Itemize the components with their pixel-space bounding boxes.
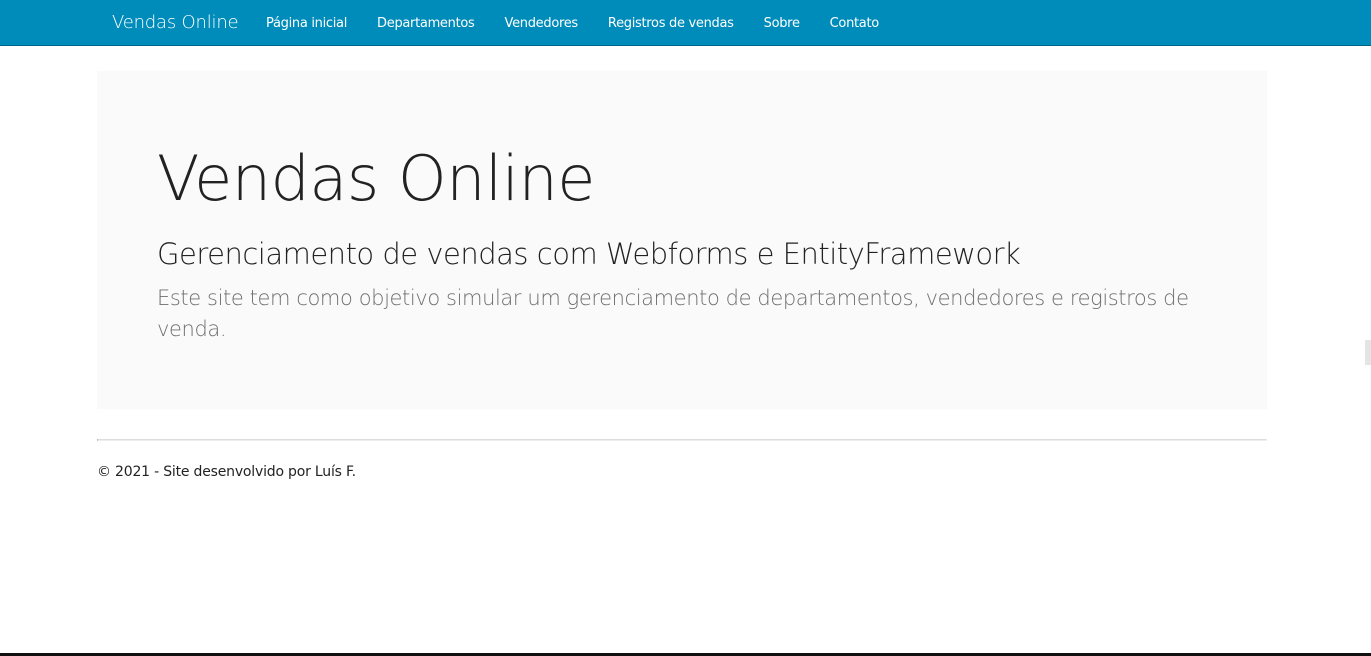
page-description: Este site tem como objetivo simular um g… [157,286,1189,341]
nav-link-sellers[interactable]: Vendedores [490,0,593,46]
nav-item-departments: Departamentos [362,0,489,46]
nav-link-home[interactable]: Página inicial [251,0,362,46]
page-subtitle: Gerenciamento de vendas com Webforms e E… [157,237,1021,271]
nav-item-contact: Contato [815,0,894,46]
brand-link[interactable]: Vendas Online [112,0,239,46]
nav-item-home: Página inicial [251,0,362,46]
scrollbar-thumb[interactable] [1365,340,1371,365]
nav-link-about[interactable]: Sobre [749,0,815,46]
nav-item-sellers: Vendedores [490,0,593,46]
page-title: Vendas Online [157,142,595,215]
nav-link-contact[interactable]: Contato [815,0,894,46]
jumbotron: Vendas Online Gerenciamento de vendas co… [97,71,1267,409]
nav-link-sales-records[interactable]: Registros de vendas [593,0,749,46]
nav-link-departments[interactable]: Departamentos [362,0,489,46]
nav-item-about: Sobre [749,0,815,46]
nav-menu: Página inicial Departamentos Vendedores … [251,0,894,46]
nav-item-sales-records: Registros de vendas [593,0,749,46]
footer: © 2021 - Site desenvolvido por Luís F. [97,462,356,482]
footer-copyright: © 2021 - Site desenvolvido por Luís F. [97,464,356,480]
navbar: Vendas Online Página inicial Departament… [0,0,1371,46]
footer-divider [97,439,1267,441]
